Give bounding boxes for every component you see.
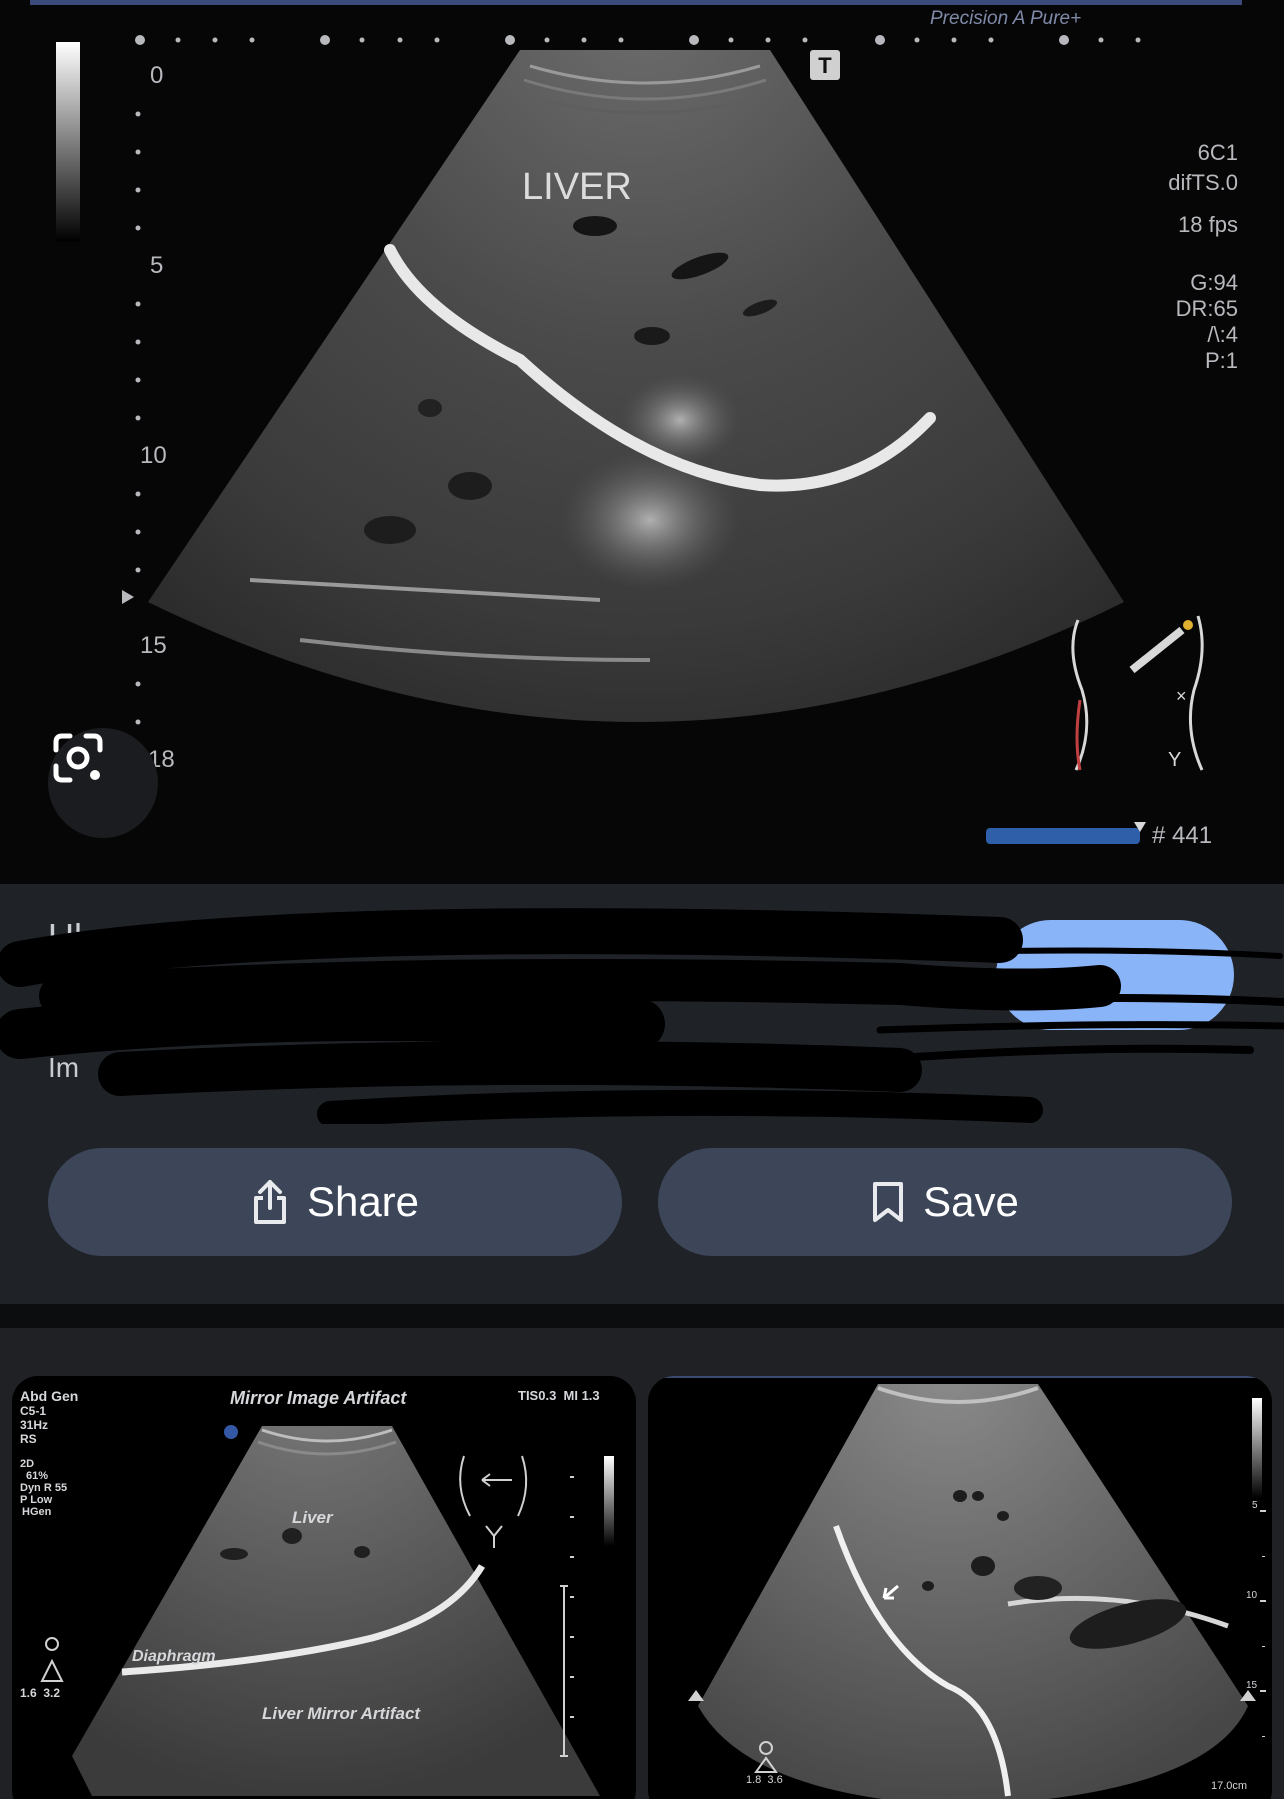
result-thumbnail-2[interactable]: 5 10 15 17.0cm 1.8 3.6: [648, 1376, 1272, 1799]
redaction-scribble: [0, 908, 1284, 1124]
related-results-grid: Abd Gen C5-1 31Hz RS 2D 61% Dyn R 55 P L…: [0, 1328, 1284, 1799]
thumb2-footer-info: 1.8 3.6: [746, 1774, 783, 1786]
depth-tick-5: 5: [150, 252, 164, 279]
thumb1-info-power: P Low: [20, 1494, 53, 1506]
image-details-panel: Ul c Im Share Save: [0, 884, 1284, 1304]
svg-text:Y: Y: [1168, 749, 1181, 771]
thumb1-info-mode: 2D: [20, 1458, 35, 1470]
thumb1-label-diaphragm: Diaphragm: [132, 1648, 216, 1665]
thumb1-info-rs: RS: [20, 1432, 37, 1446]
thumb2-scale-10: 10: [1246, 1590, 1258, 1601]
share-button[interactable]: Share: [48, 1148, 622, 1256]
lens-icon: [53, 733, 103, 783]
thumb1-info-hz: 31Hz: [20, 1418, 49, 1432]
thumb1-label-artifact: Liver Mirror Artifact: [262, 1704, 421, 1723]
setting-mode: difTS.0: [1168, 170, 1238, 195]
setting-fps: 18 fps: [1178, 212, 1238, 237]
share-label: Share: [306, 1178, 420, 1225]
save-label: Save: [923, 1178, 1019, 1225]
image-details-page: T × Y Precision A Pure+ LIVER 0 5 10 15 …: [0, 0, 1284, 1799]
lens-search-button[interactable]: [48, 728, 158, 838]
organ-label: LIVER: [522, 166, 632, 208]
thumb1-info-probe: C5-1: [20, 1404, 47, 1418]
ultrasound-image: T × Y: [30, 0, 1242, 844]
section-divider: [0, 1304, 1284, 1328]
svg-text:×: ×: [1176, 686, 1187, 706]
depth-tick-15: 15: [140, 632, 167, 659]
setting-gain: G:94: [1190, 270, 1238, 295]
thumb1-label-liver: Liver: [292, 1508, 333, 1527]
save-button[interactable]: Save: [658, 1148, 1232, 1256]
thumb1-info-gain: 61%: [26, 1470, 49, 1482]
frame-label: # 441: [1152, 822, 1213, 849]
thumb1-top-right: TIS0.3 MI 1.3: [518, 1388, 600, 1403]
thumb1-info-preset: Abd Gen: [20, 1388, 79, 1404]
thumb1-footer-info: 1.6 3.2: [20, 1686, 61, 1700]
bookmark-icon: [871, 1180, 905, 1224]
result-thumbnail-1[interactable]: Abd Gen C5-1 31Hz RS 2D 61% Dyn R 55 P L…: [12, 1376, 636, 1799]
thumb1-info-dyn: Dyn R 55: [20, 1482, 68, 1494]
thumb1-title: Mirror Image Artifact: [230, 1388, 407, 1408]
depth-tick-0: 0: [150, 62, 164, 89]
setting-power: P:1: [1204, 348, 1238, 373]
setting-probe: 6C1: [1197, 140, 1238, 165]
header-text: Precision A Pure+: [930, 8, 1082, 29]
depth-tick-10: 10: [140, 442, 167, 469]
share-icon: [251, 1178, 289, 1226]
svg-text:T: T: [818, 53, 832, 78]
main-image-viewer[interactable]: T × Y Precision A Pure+ LIVER 0 5 10 15 …: [0, 0, 1284, 884]
setting-dr: DR:65: [1175, 296, 1238, 321]
thumb2-scale-5: 5: [1252, 1500, 1258, 1511]
setting-persist: /\:4: [1207, 322, 1238, 347]
thumb2-depth: 17.0cm: [1211, 1780, 1248, 1792]
thumb2-scale-15: 15: [1246, 1680, 1258, 1691]
thumb1-info-hgen: HGen: [22, 1506, 52, 1518]
